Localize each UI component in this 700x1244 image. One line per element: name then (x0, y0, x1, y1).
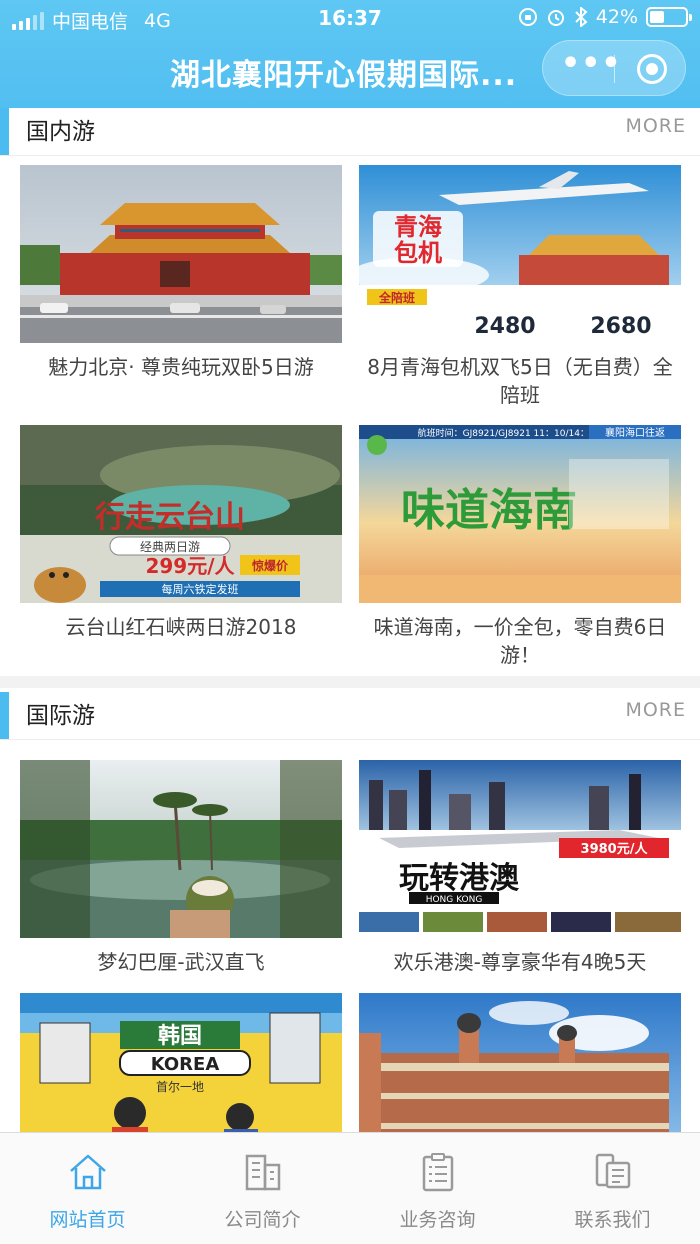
poster-route: 襄阳海口往返 (605, 426, 665, 439)
tour-card-bali[interactable]: 梦幻巴厘-武汉直飞 (20, 760, 342, 976)
tour-image-beijing[interactable] (20, 165, 342, 343)
alarm-icon (547, 10, 564, 26)
tour-image-korea[interactable]: 韩国 KOREA 首尔一地 (20, 993, 342, 1132)
tour-title[interactable]: 云台山红石峡两日游2018 (20, 613, 342, 641)
clipboard-icon (422, 1153, 454, 1192)
section-accent-bar (0, 108, 9, 156)
tour-card-hongkong-macau[interactable]: 3980元/人 玩转港澳 HONG KONG 欢乐港澳-尊享豪华有4晚5天 (359, 760, 681, 976)
poster-tag: 全陪班 (378, 290, 415, 305)
poster-subtitle: HONG KONG (426, 895, 483, 905)
divider (0, 739, 700, 740)
capsule-divider (614, 55, 615, 83)
poster-price: 3980元/人 (581, 841, 649, 857)
tour-title[interactable]: 梦幻巴厘-武汉直飞 (20, 948, 342, 976)
miniprogram-capsule: ••• (542, 40, 686, 96)
tab-label: 联系我们 (574, 1209, 651, 1231)
app-header: 中国电信 4G 16:37 42% 湖北襄阳开心假期国际... ••• (0, 0, 700, 108)
poster-price: 2480 (474, 314, 535, 339)
poster-note: 每周六铁定发班 (162, 582, 239, 596)
tour-image-yuntaishan[interactable]: 行走云台山 经典两日游 299元/人 惊爆价 每周六铁定发班 (20, 425, 342, 603)
battery-percent: 42% (595, 6, 638, 28)
page-title: 湖北襄阳开心假期国际... (170, 58, 518, 93)
poster-flight-info: 航班时间：GJ8921/GJ8921 11：10/14：30 (418, 427, 601, 439)
tab-home[interactable]: 网站首页 (0, 1133, 175, 1244)
poster-subtitle: KOREA (151, 1054, 220, 1075)
tab-label: 业务咨询 (399, 1209, 476, 1231)
poster-title: 玩转港澳 (399, 861, 520, 896)
tour-image-building[interactable] (359, 993, 681, 1132)
home-icon (70, 1154, 106, 1190)
bluetooth-icon (575, 7, 588, 27)
status-bar: 中国电信 4G 16:37 42% (0, 0, 700, 36)
section-title: 国际游 (26, 703, 95, 729)
poster-note: 首尔一地 (156, 1079, 204, 1094)
poster-title: 行走云台山 (94, 500, 245, 535)
section-international-header: 国际游 MORE (0, 692, 700, 740)
poster-price: 299元/人 (145, 554, 235, 578)
tour-image-bali[interactable] (20, 760, 342, 938)
section-domestic-header: 国内游 MORE (0, 108, 700, 156)
more-menu-button[interactable]: ••• (561, 49, 621, 83)
tour-card-hainan[interactable]: 航班时间：GJ8921/GJ8921 11：10/14：30 襄阳海口往返 味道… (359, 425, 681, 669)
tour-card-yuntaishan[interactable]: 行走云台山 经典两日游 299元/人 惊爆价 每周六铁定发班 云台山红石峡两日游… (20, 425, 342, 641)
tab-label: 公司简介 (224, 1209, 301, 1231)
rotation-lock-icon (518, 8, 537, 26)
poster-price: 2680 (590, 314, 651, 339)
bottom-tab-bar: 网站首页 公司简介 业务咨询 联系我们 (0, 1132, 700, 1244)
tab-label: 网站首页 (49, 1209, 126, 1231)
tour-title[interactable]: 8月青海包机双飞5日（无自费）全陪班 (359, 353, 681, 409)
tour-image-hainan[interactable]: 航班时间：GJ8921/GJ8921 11：10/14：30 襄阳海口往返 味道… (359, 425, 681, 603)
poster-title: 韩国 (158, 1023, 202, 1049)
divider (0, 155, 700, 156)
poster-title: 味道海南 (401, 485, 577, 536)
poster-hot: 惊爆价 (252, 558, 289, 573)
more-link[interactable]: MORE (625, 699, 686, 721)
more-link[interactable]: MORE (625, 115, 686, 137)
section-title: 国内游 (26, 119, 95, 145)
tour-title[interactable]: 味道海南，一价全包，零自费6日游！ (359, 613, 681, 669)
tab-company-intro[interactable]: 公司简介 (175, 1133, 350, 1244)
tour-card-korea[interactable]: 韩国 KOREA 首尔一地 (20, 993, 342, 1132)
tour-card-building[interactable] (359, 993, 681, 1132)
tour-card-beijing[interactable]: 魅力北京· 尊贵纯玩双卧5日游 (20, 165, 342, 381)
phone-card-icon (595, 1153, 631, 1189)
section-gap (0, 676, 700, 688)
close-miniprogram-button[interactable] (637, 54, 667, 84)
section-accent-bar (0, 692, 9, 740)
tour-image-hongkong-macau[interactable]: 3980元/人 玩转港澳 HONG KONG (359, 760, 681, 938)
tour-title[interactable]: 欢乐港澳-尊享豪华有4晚5天 (359, 948, 681, 976)
tab-business-consult[interactable]: 业务咨询 (350, 1133, 525, 1244)
tour-title[interactable]: 魅力北京· 尊贵纯玩双卧5日游 (20, 353, 342, 381)
tour-image-qinghai[interactable]: 青海 包机 全陪班 2480 2680 (359, 165, 681, 343)
building-icon (245, 1154, 281, 1191)
poster-subtitle: 经典两日游 (140, 540, 200, 554)
poster-subtitle: 包机 (394, 239, 442, 267)
poster-title: 青海 (394, 213, 442, 241)
battery-icon (646, 7, 692, 27)
tour-card-qinghai[interactable]: 青海 包机 全陪班 2480 2680 8月青海包机双飞5日（无自费）全陪班 (359, 165, 681, 409)
tab-contact-us[interactable]: 联系我们 (525, 1133, 700, 1244)
main-content[interactable]: 国内游 MORE 魅力北京· 尊贵纯玩双卧5日游 青海 包机 全陪班 2480 … (0, 108, 700, 1132)
